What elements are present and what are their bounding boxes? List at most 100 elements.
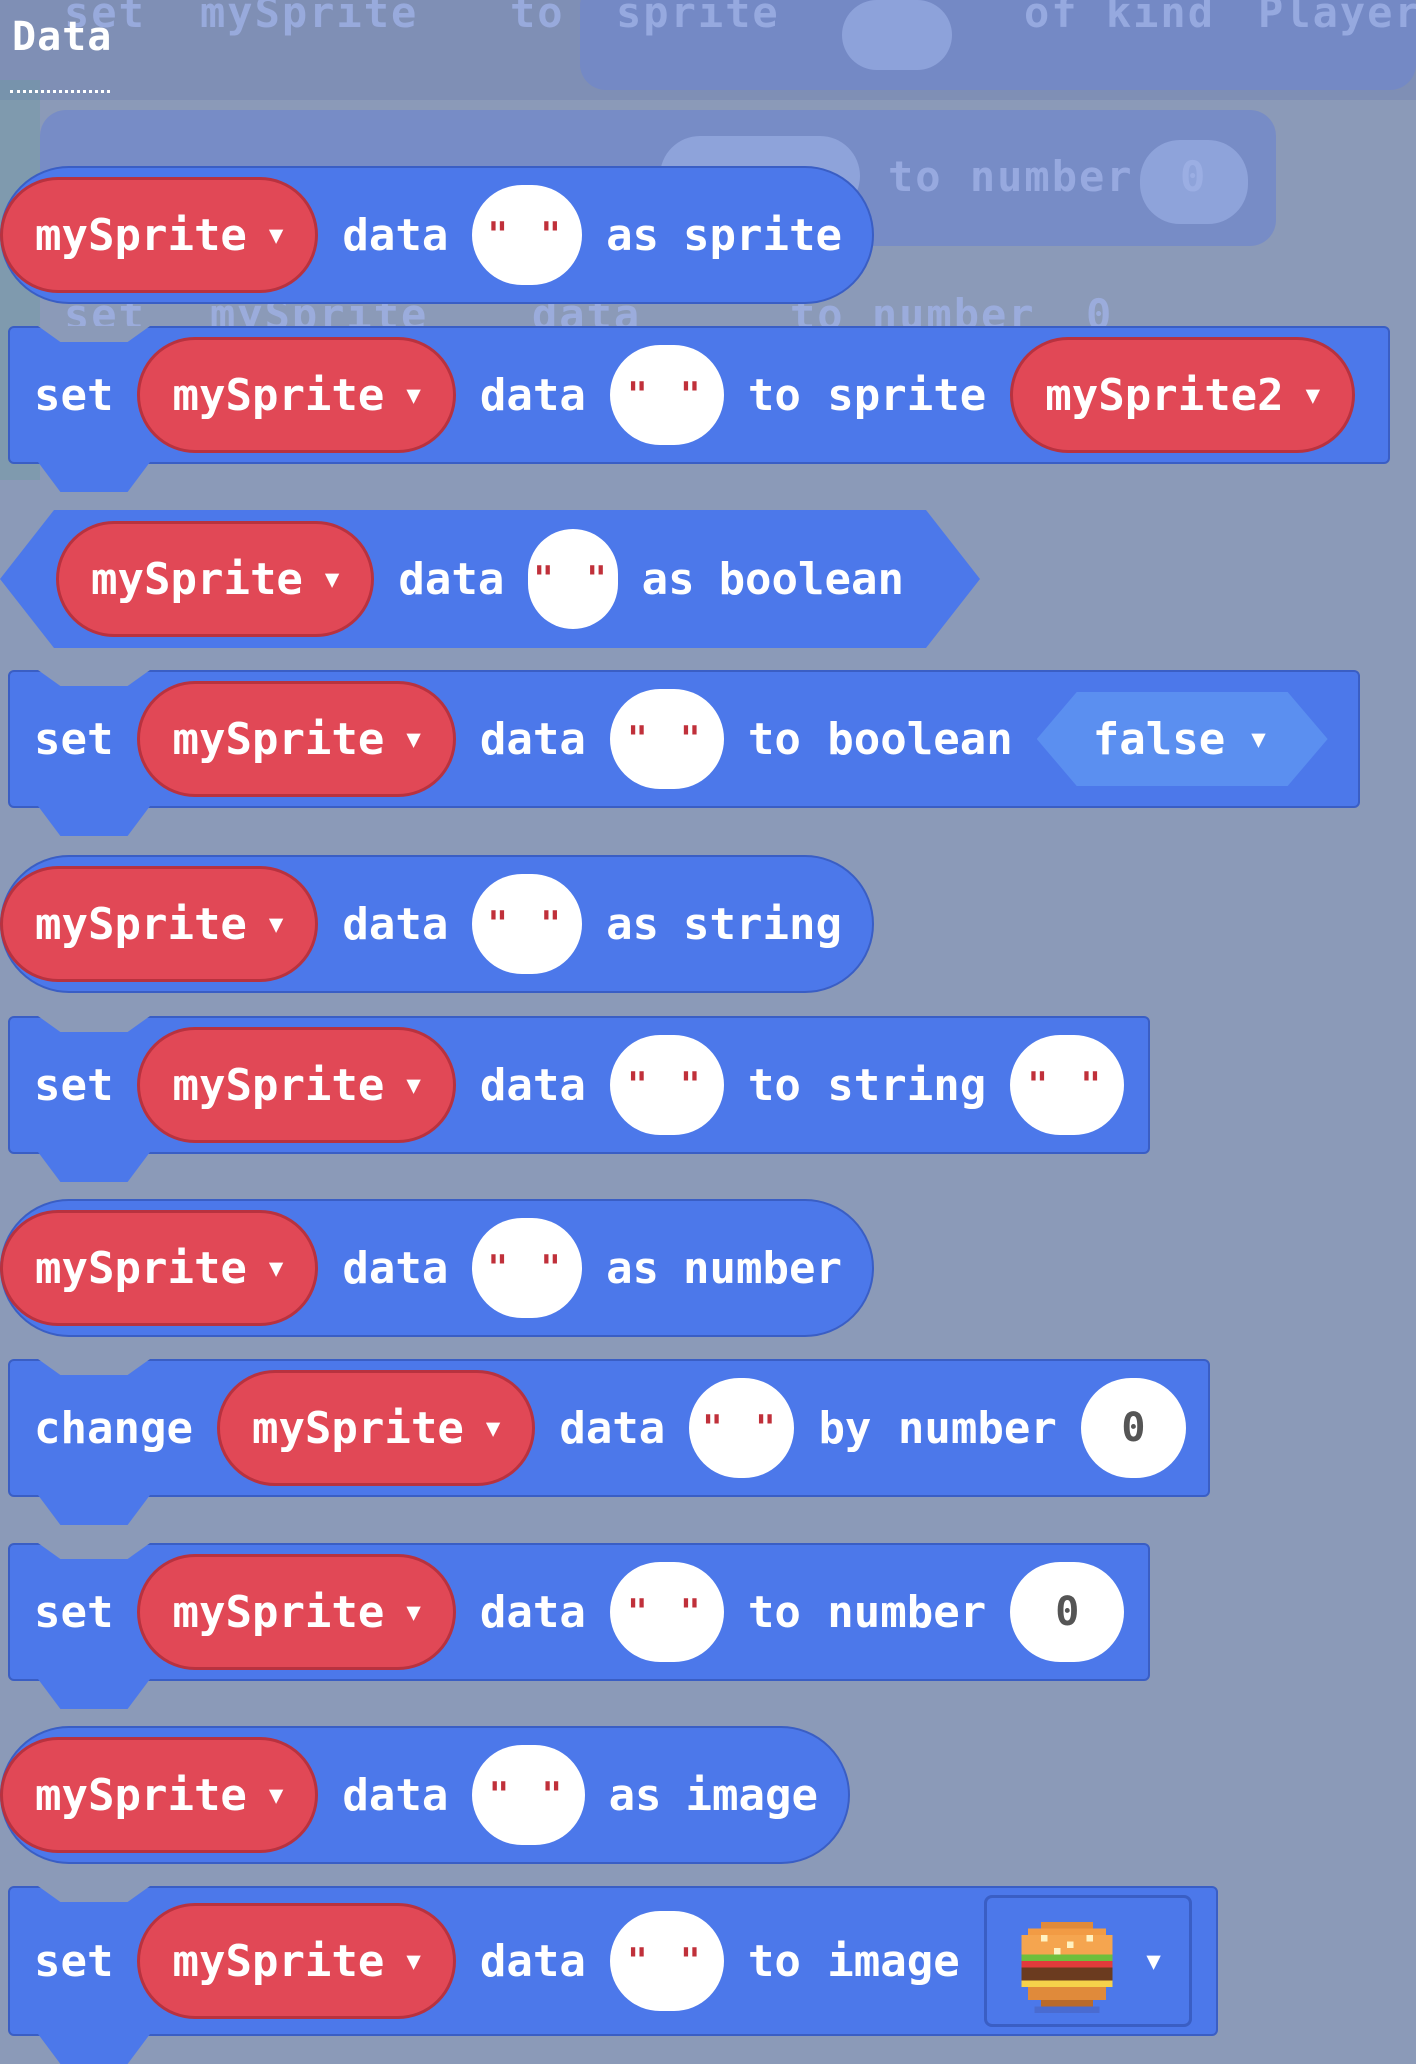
value-number-input[interactable]: 0 [1010, 1562, 1125, 1662]
data-label: data [479, 1935, 586, 1987]
as-label: as [606, 898, 660, 950]
chevron-down-icon: ▼ [406, 1947, 421, 1975]
as-label: as [606, 209, 660, 261]
to-label: to boolean [747, 713, 1013, 765]
key-string-input[interactable]: " " [609, 345, 724, 445]
sprite-dropdown[interactable]: mySprite ▼ [137, 1903, 456, 2019]
value-sprite-dropdown[interactable]: mySprite2 ▼ [1010, 337, 1356, 453]
burger-image-icon [1015, 1909, 1119, 2013]
sprite-dropdown-label: mySprite [251, 1402, 464, 1454]
reporter-data-as-number[interactable]: mySprite ▼ data " " as number [0, 1199, 874, 1337]
sprite-dropdown[interactable]: mySprite ▼ [137, 1027, 456, 1143]
to-label: to number [747, 1586, 987, 1638]
data-label: data [342, 1769, 449, 1821]
data-label: data [342, 898, 449, 950]
sprite-dropdown[interactable]: mySprite ▼ [137, 681, 456, 797]
block-notch [38, 326, 150, 342]
to-label: to sprite [747, 369, 987, 421]
block-notch [38, 670, 150, 686]
set-data-to-string-block[interactable]: set mySprite ▼ data " " to string " " [8, 1016, 1150, 1182]
key-string-input[interactable]: " " [609, 1911, 724, 2011]
reporter-data-as-sprite[interactable]: mySprite ▼ data " " as sprite [0, 166, 874, 304]
ghost-text-to: to [510, 0, 565, 37]
data-label: data [479, 369, 586, 421]
verb-label: set [34, 1059, 114, 1111]
chevron-down-icon: ▼ [485, 1414, 501, 1442]
to-label: by number [818, 1402, 1057, 1454]
chevron-down-icon: ▼ [1305, 381, 1321, 409]
verb-label: set [34, 713, 114, 765]
key-string-input[interactable]: " " [472, 874, 583, 974]
sprite-dropdown-label: mySprite [35, 209, 247, 261]
boolean-dropdown[interactable]: false ▼ [1037, 692, 1328, 786]
as-label: as [606, 1242, 660, 1294]
key-string-input[interactable]: " " [689, 1378, 795, 1478]
sprite-dropdown-label: mySprite [172, 1586, 385, 1638]
change-data-by-number-block[interactable]: change mySprite ▼ data " " by number 0 [8, 1359, 1210, 1525]
sprite-dropdown-label: mySprite [172, 1935, 385, 1987]
key-string-input[interactable]: " " [609, 1035, 724, 1135]
set-data-to-boolean-block[interactable]: set mySprite ▼ data " " to boolean false ▼ [8, 670, 1360, 836]
to-label: to image [747, 1935, 960, 1987]
block-notch [38, 1359, 150, 1375]
ghost-sprite-slot [842, 0, 952, 70]
image-picker-dropdown[interactable]: ▼ [983, 1895, 1192, 2027]
block-tab [38, 1679, 150, 1709]
ghost-text-player: Player [1258, 0, 1416, 37]
reporter-data-as-string[interactable]: mySprite ▼ data " " as string [0, 855, 874, 993]
value-string-input[interactable]: " " [1010, 1035, 1125, 1135]
key-string-input[interactable]: " " [609, 1562, 724, 1662]
sprite-dropdown-label: mySprite [35, 1769, 247, 1821]
sprite-dropdown[interactable]: mySprite ▼ [0, 866, 319, 982]
sprite-dropdown-label: mySprite [172, 713, 385, 765]
set-data-to-number-block[interactable]: set mySprite ▼ data " " to number 0 [8, 1543, 1150, 1709]
ghost-text-of-kind: of kind [1024, 0, 1216, 37]
block-tab [38, 1152, 150, 1182]
key-string-input[interactable]: " " [472, 1218, 583, 1318]
value-number-input[interactable]: 0 [1080, 1378, 1186, 1478]
type-label: image [685, 1769, 818, 1821]
chevron-down-icon: ▼ [268, 1781, 284, 1809]
sprite-dropdown[interactable]: mySprite ▼ [137, 1554, 456, 1670]
verb-label: change [34, 1402, 193, 1454]
data-label: data [559, 1402, 666, 1454]
as-label: as [641, 553, 695, 605]
ghost-text-sprite: sprite [616, 0, 780, 37]
category-underline [10, 90, 110, 93]
verb-label: set [34, 1935, 114, 1987]
chevron-down-icon: ▼ [324, 565, 340, 593]
verb-label: set [34, 369, 114, 421]
key-string-input[interactable]: " " [472, 185, 583, 285]
sprite-dropdown-label: mySprite [91, 553, 303, 605]
reporter-data-as-image[interactable]: mySprite ▼ data " " as image [0, 1726, 850, 1864]
ghost-text-zero: 0 [1180, 152, 1208, 201]
block-notch [38, 1543, 150, 1559]
block-tab [38, 462, 150, 492]
chevron-down-icon: ▼ [1251, 725, 1266, 753]
sprite-dropdown[interactable]: mySprite ▼ [0, 1210, 319, 1326]
sprite-dropdown[interactable]: mySprite ▼ [0, 1737, 319, 1853]
set-data-to-sprite-block[interactable]: set mySprite ▼ data " " to sprite mySprit… [8, 326, 1390, 492]
chevron-down-icon: ▼ [406, 725, 421, 753]
reporter-data-as-boolean[interactable]: mySprite ▼ data " " as boolean [0, 510, 980, 648]
key-string-input[interactable]: " " [609, 689, 724, 789]
block-tab [38, 1495, 150, 1525]
verb-label: set [34, 1586, 114, 1638]
key-string-input[interactable]: " " [472, 1745, 585, 1845]
sprite-dropdown[interactable]: mySprite ▼ [216, 1370, 536, 1486]
chevron-down-icon: ▼ [268, 910, 284, 938]
value-sprite-label: mySprite2 [1045, 369, 1284, 421]
ghost-text-sprite-var: mySprite [200, 0, 419, 37]
block-tab [38, 2034, 150, 2064]
type-label: sprite [683, 209, 842, 261]
sprite-dropdown-label: mySprite [35, 898, 247, 950]
sprite-dropdown[interactable]: mySprite ▼ [137, 337, 456, 453]
data-label: data [342, 209, 449, 261]
sprite-dropdown[interactable]: mySprite ▼ [0, 177, 319, 293]
set-data-to-image-block[interactable]: set mySprite ▼ data " " to image ▼ [8, 1886, 1218, 2064]
data-label: data [479, 713, 586, 765]
chevron-down-icon: ▼ [1146, 1947, 1161, 1975]
sprite-dropdown[interactable]: mySprite ▼ [56, 521, 374, 637]
key-string-input[interactable]: " " [528, 529, 617, 629]
chevron-down-icon: ▼ [268, 221, 284, 249]
